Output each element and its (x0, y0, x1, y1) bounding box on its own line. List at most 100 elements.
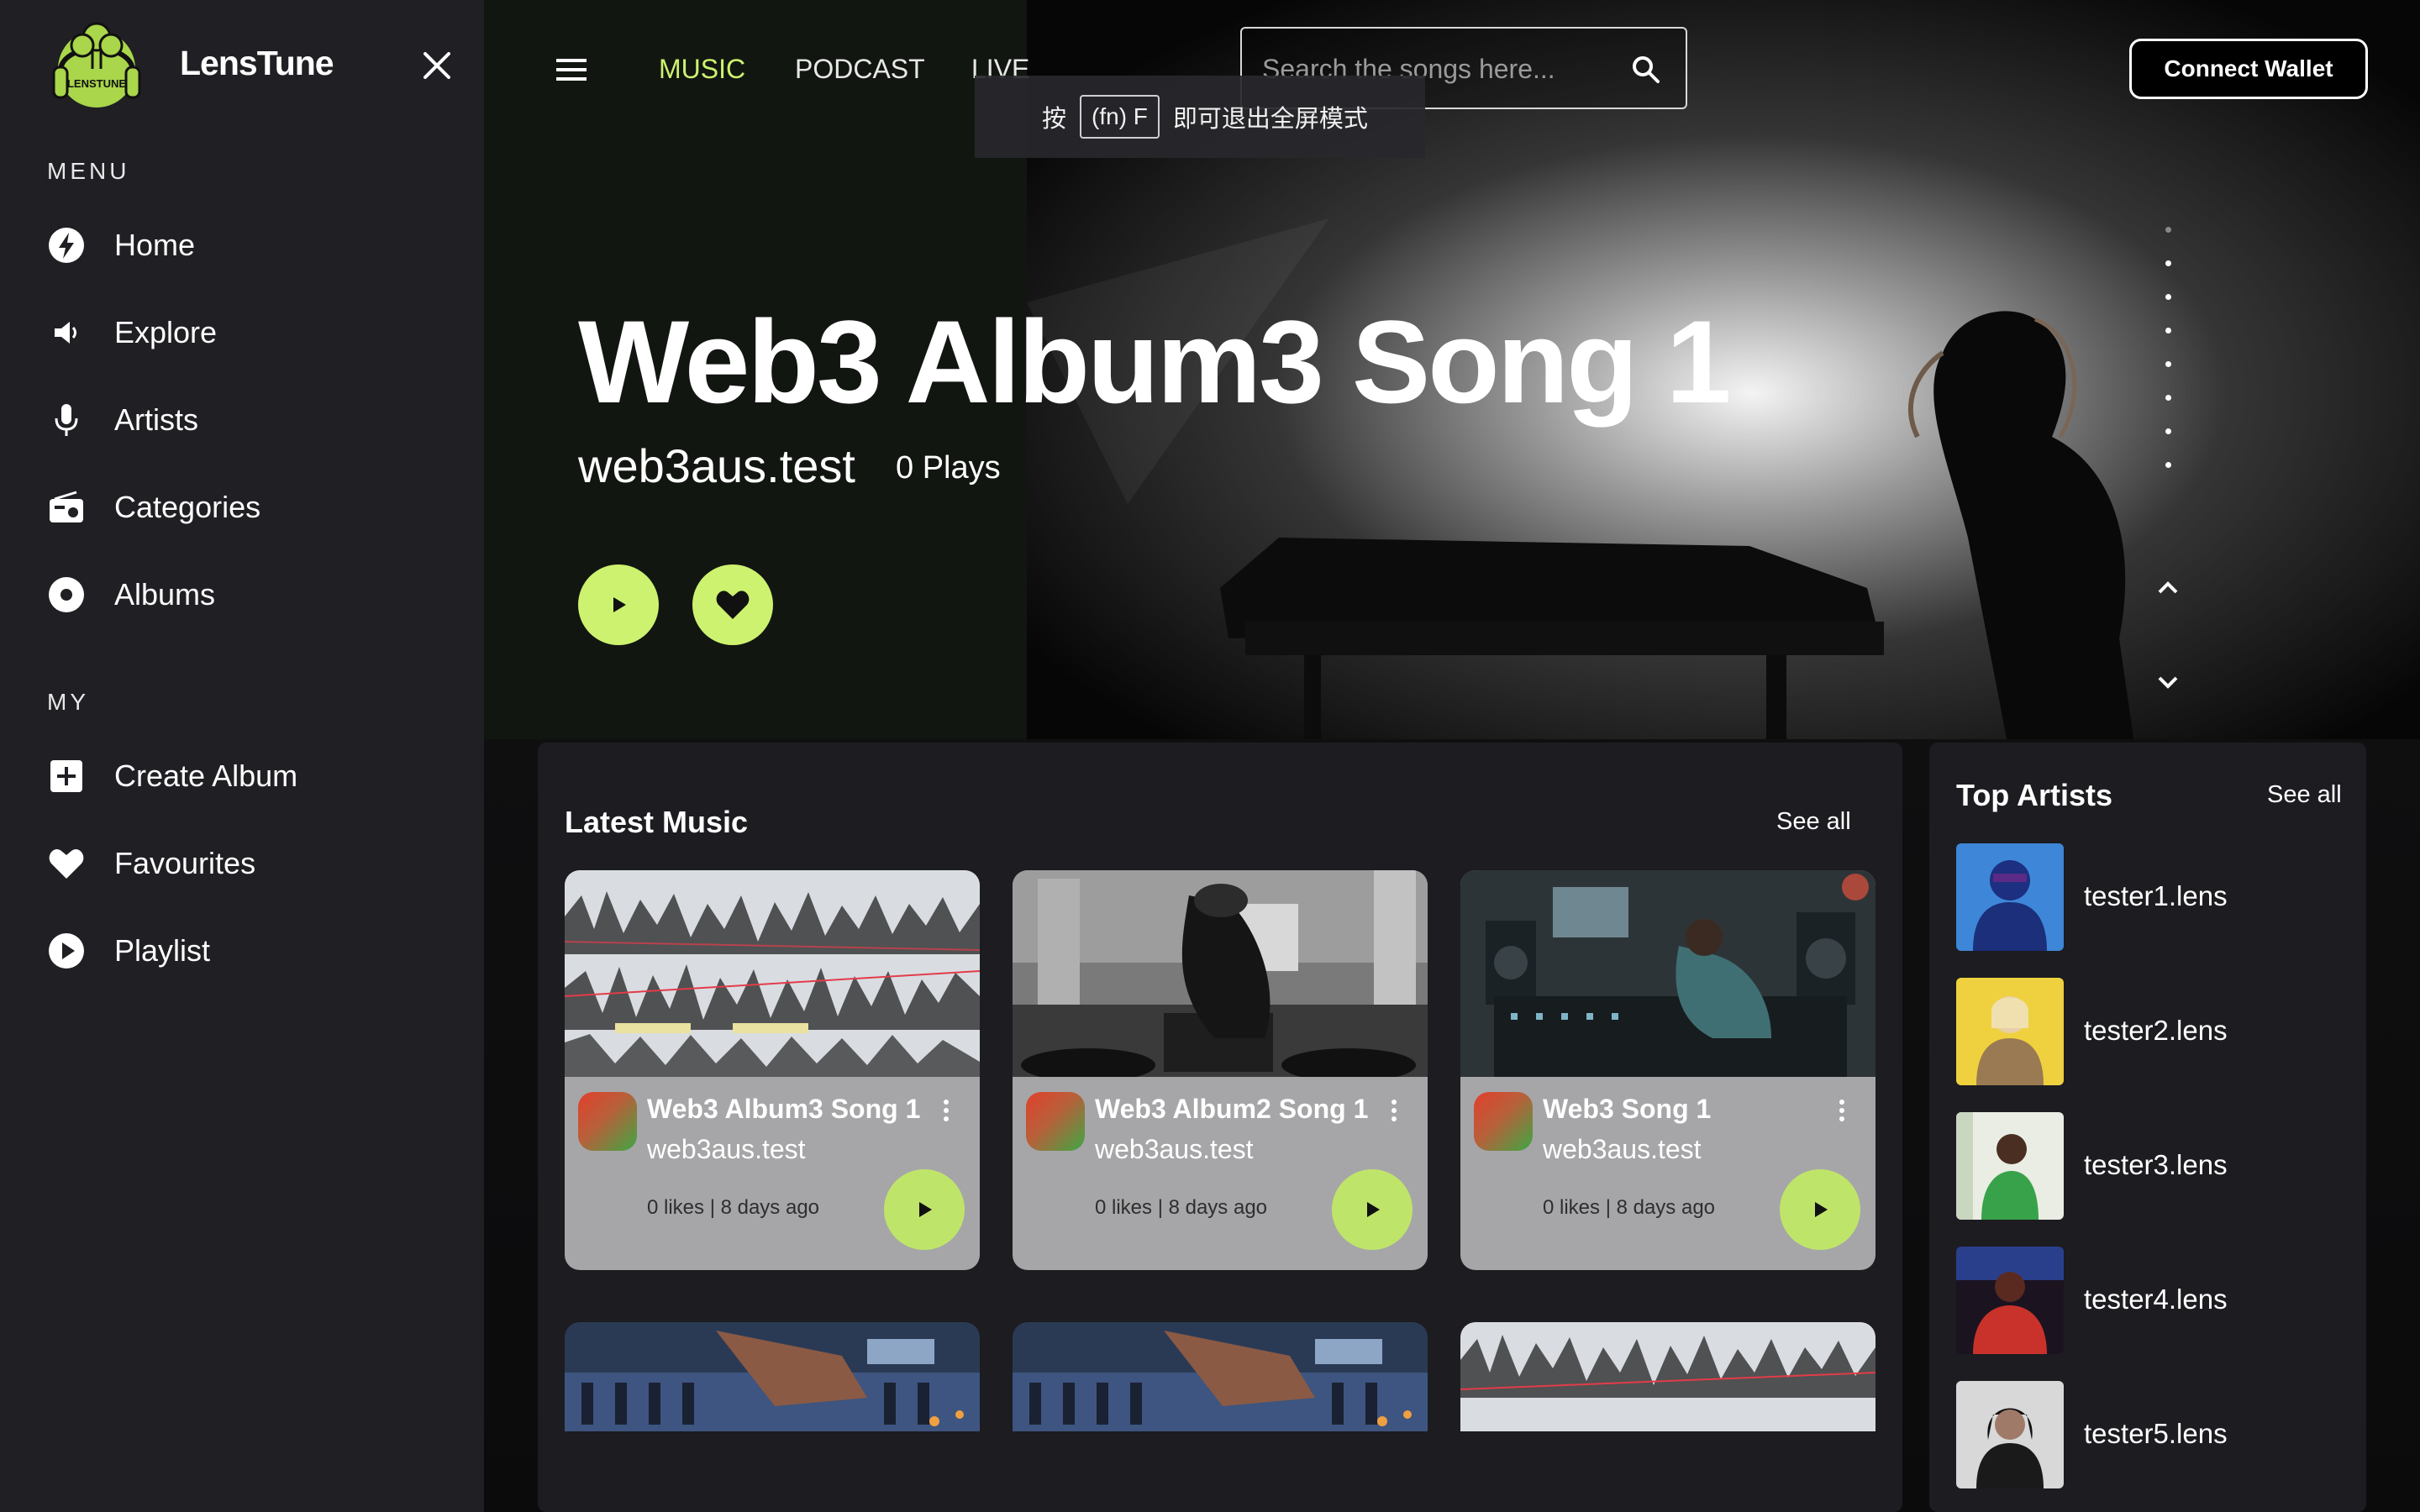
hero-favourite-button[interactable] (692, 564, 773, 645)
slide-dot[interactable] (2165, 462, 2171, 468)
avatar (1026, 1092, 1085, 1151)
card-title[interactable]: Web3 Album2 Song 1 (1095, 1094, 1368, 1125)
tab-podcast[interactable]: PODCAST (795, 54, 925, 85)
mixing-console-thumbnail[interactable] (1013, 1322, 1428, 1431)
artist-row[interactable]: tester3.lens (1956, 1112, 2343, 1221)
play-icon (1815, 1202, 1828, 1217)
lenstune-logo[interactable]: LENSTUNE (49, 15, 145, 113)
sidebar-item-albums[interactable]: Albums (47, 570, 450, 620)
hero-artist[interactable]: web3aus.test (578, 438, 855, 493)
card-meta: 0 likes | 8 days ago (647, 1196, 820, 1219)
sidebar-item-categories[interactable]: Categories (47, 482, 450, 533)
more-options-icon[interactable] (1386, 1094, 1402, 1127)
top-artists-panel: Top Artists See all tester1.lens tester2… (1929, 743, 2366, 1512)
music-card[interactable]: Web3 Album2 Song 1 web3aus.test 0 likes … (1013, 870, 1428, 1270)
sidebar-item-playlist[interactable]: Playlist (47, 926, 450, 976)
toast-prefix: 按 (1042, 106, 1067, 133)
artist-name: tester2.lens (2084, 1015, 2228, 1046)
avatar (1956, 843, 2064, 951)
slide-dot[interactable] (2165, 294, 2171, 300)
my-section-label: MY (47, 689, 89, 715)
card-play-button[interactable] (884, 1169, 965, 1250)
card-title[interactable]: Web3 Album3 Song 1 (647, 1094, 920, 1125)
card-meta: 0 likes | 8 days ago (1543, 1196, 1716, 1219)
music-card[interactable]: Web3 Song 1 web3aus.test 0 likes | 8 day… (1460, 870, 1876, 1270)
avatar (1956, 1381, 2064, 1488)
avatar (1956, 978, 2064, 1085)
slide-dot[interactable] (2165, 227, 2171, 233)
card-meta: 0 likes | 8 days ago (1095, 1196, 1268, 1219)
artist-row[interactable]: tester4.lens (1956, 1247, 2343, 1356)
top-artists-see-all-link[interactable]: See all (2267, 781, 2342, 809)
hero-plays: 0 Plays (896, 450, 1001, 486)
artist-row[interactable]: tester1.lens (1956, 843, 2343, 953)
play-circle-icon (47, 932, 86, 970)
disc-icon (47, 575, 86, 614)
card-title[interactable]: Web3 Song 1 (1543, 1094, 1711, 1125)
sidebar-item-label: Albums (114, 577, 216, 612)
card-play-button[interactable] (1780, 1169, 1860, 1250)
sidebar-item-create-album[interactable]: Create Album (47, 751, 450, 801)
artist-row[interactable]: tester5.lens (1956, 1381, 2343, 1490)
more-options-icon[interactable] (938, 1094, 955, 1127)
waveform-thumbnail[interactable] (1460, 1322, 1876, 1431)
top-artists-title: Top Artists (1956, 778, 2112, 812)
latest-music-title: Latest Music (565, 805, 749, 839)
menu-section-label: MENU (47, 158, 130, 184)
more-options-icon[interactable] (1833, 1094, 1850, 1127)
slide-dot[interactable] (2165, 361, 2171, 367)
heart-icon (716, 591, 750, 619)
bolt-icon (47, 226, 86, 265)
sidebar-item-home[interactable]: Home (47, 220, 450, 270)
music-card[interactable]: Web3 Album3 Song 1 web3aus.test 0 likes … (565, 870, 980, 1270)
card-artist[interactable]: web3aus.test (1543, 1134, 1702, 1165)
avatar (578, 1092, 637, 1151)
add-box-icon (47, 757, 86, 795)
slide-dot[interactable] (2165, 328, 2171, 333)
sidebar: LENSTUNE LensTune MENU Home Explore Arti… (0, 0, 484, 1512)
sidebar-item-favourites[interactable]: Favourites (47, 838, 450, 889)
hero-play-button[interactable] (578, 564, 659, 645)
logo-text: LENSTUNE (67, 77, 126, 90)
card-artist[interactable]: web3aus.test (1095, 1134, 1254, 1165)
sidebar-item-label: Artists (114, 402, 199, 437)
hamburger-menu-icon[interactable] (555, 57, 588, 82)
artist-name: tester1.lens (2084, 880, 2228, 911)
radio-icon (47, 488, 86, 527)
play-icon (613, 597, 626, 612)
play-icon (919, 1202, 932, 1217)
avatar (1956, 1247, 2064, 1354)
slide-indicator (2163, 227, 2173, 496)
slide-dot[interactable] (2165, 428, 2171, 434)
studio-thumbnail (1460, 870, 1876, 1077)
mixing-console-thumbnail[interactable] (565, 1322, 980, 1431)
play-icon (1367, 1202, 1380, 1217)
brand-name: LensTune (180, 44, 334, 82)
avatar (1474, 1092, 1533, 1151)
artist-row[interactable]: tester2.lens (1956, 978, 2343, 1087)
heart-icon (47, 844, 86, 883)
artist-name: tester5.lens (2084, 1418, 2228, 1449)
card-play-button[interactable] (1332, 1169, 1413, 1250)
speaker-icon (47, 313, 86, 352)
slide-dot[interactable] (2165, 260, 2171, 266)
sidebar-item-label: Create Album (114, 759, 298, 793)
toast-suffix: 即可退出全屏模式 (1172, 106, 1368, 133)
sidebar-item-label: Playlist (114, 933, 211, 968)
hero-song-title: Web3 Album3 Song 1 (578, 296, 1732, 428)
artist-name: tester3.lens (2084, 1149, 2228, 1180)
chevron-up-icon[interactable] (2151, 571, 2185, 605)
close-sidebar-button[interactable] (420, 49, 454, 82)
chevron-down-icon[interactable] (2151, 665, 2185, 699)
slide-dot[interactable] (2165, 395, 2171, 401)
microphone-icon (47, 401, 86, 439)
sidebar-item-explore[interactable]: Explore (47, 307, 450, 358)
tab-music[interactable]: MUSIC (659, 54, 745, 85)
dj-thumbnail (1013, 870, 1428, 1082)
search-icon[interactable] (1632, 55, 1660, 84)
sidebar-item-artists[interactable]: Artists (47, 395, 450, 445)
connect-wallet-button[interactable]: Connect Wallet (2129, 39, 2368, 99)
latest-music-see-all-link[interactable]: See all (1776, 808, 1851, 836)
sidebar-item-label: Categories (114, 490, 261, 524)
card-artist[interactable]: web3aus.test (647, 1134, 806, 1165)
